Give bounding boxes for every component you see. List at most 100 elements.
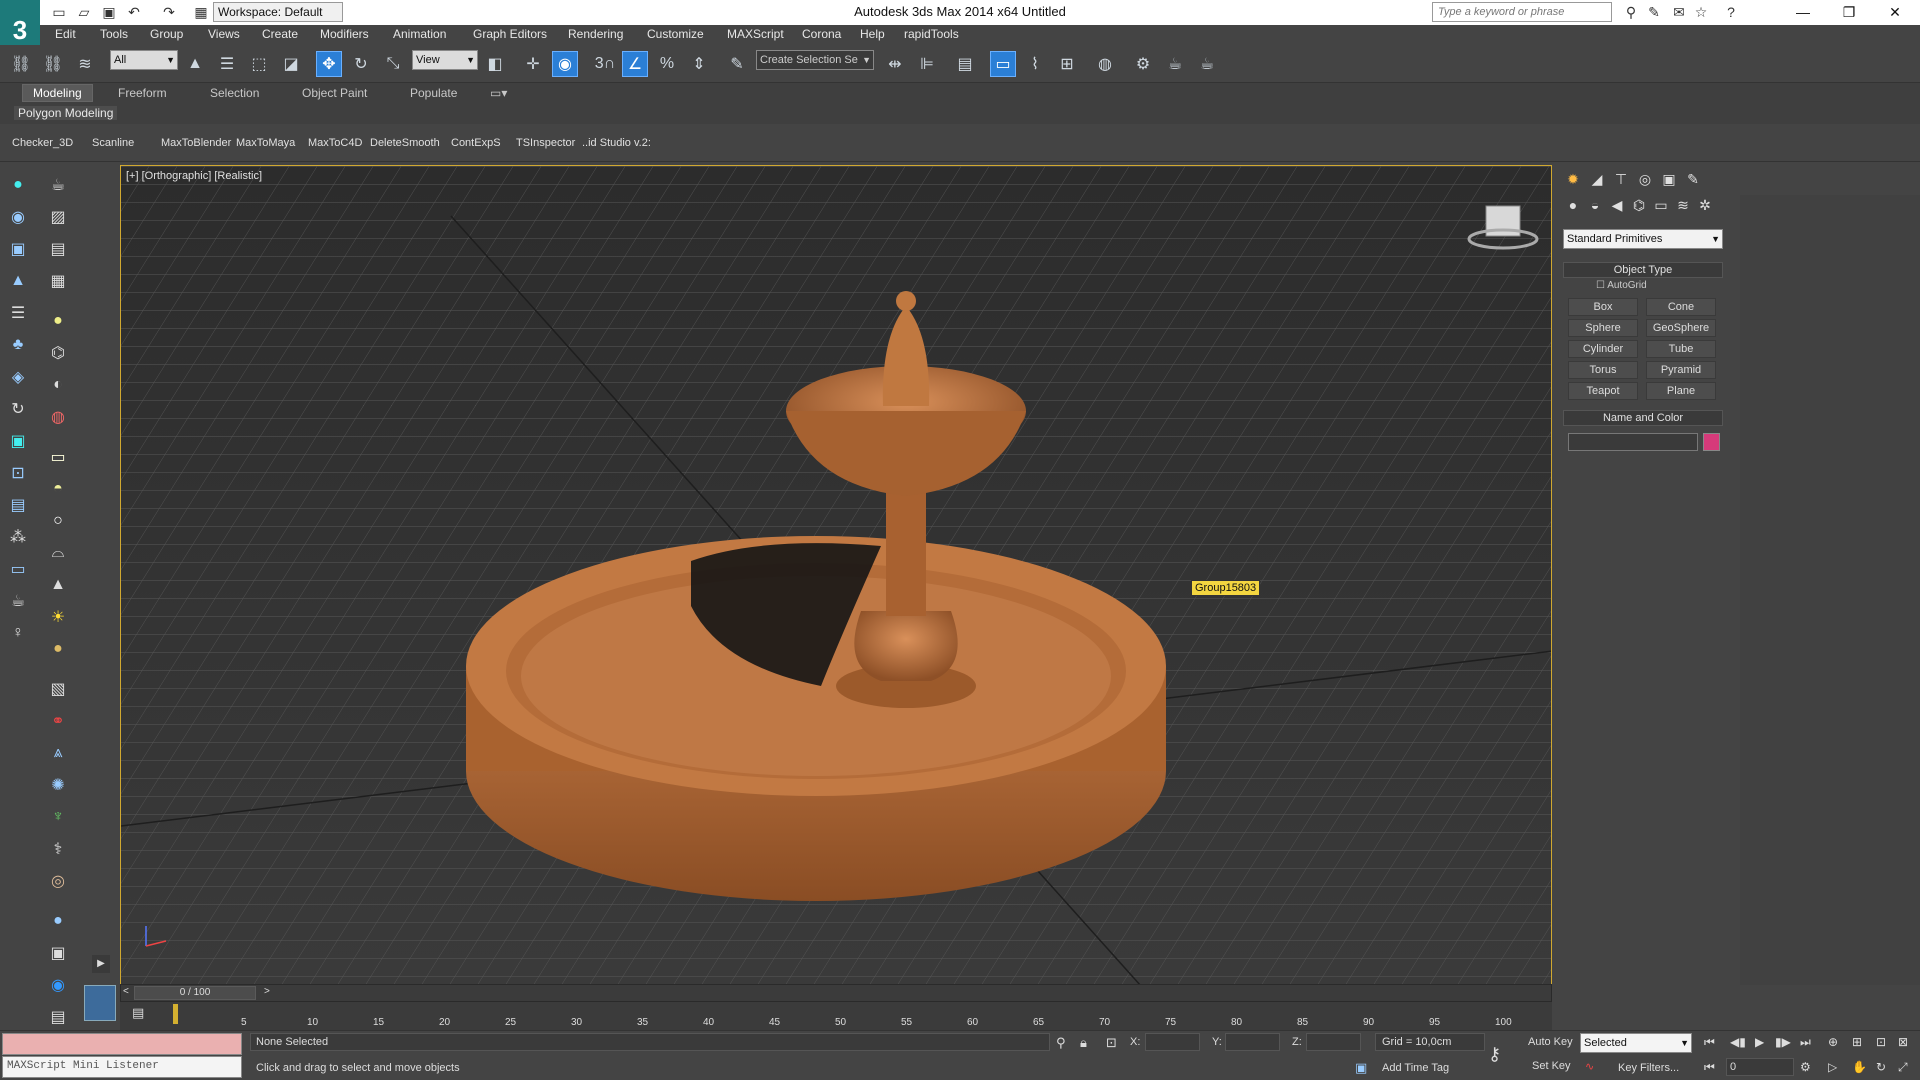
reference-coordinate-dropdown[interactable]: View ▼	[412, 50, 478, 70]
helper-icon[interactable]: ◐	[46, 373, 70, 397]
table-icon[interactable]: ▦	[46, 269, 70, 293]
orbit-icon[interactable]: ↻	[6, 397, 30, 421]
image-icon[interactable]: ▨	[46, 205, 70, 229]
next-key-icon[interactable]: ▮▶	[1775, 1035, 1791, 1049]
sphere-create-icon[interactable]: ◉	[6, 205, 30, 229]
unlink-icon[interactable]: ⛓	[40, 51, 66, 77]
key-icon[interactable]: ⚷	[1488, 1044, 1501, 1065]
script-scanline[interactable]: Scanline	[92, 137, 134, 149]
go-to-start-icon[interactable]: ⏮	[1704, 1035, 1715, 1050]
bitmap-icon[interactable]: ▣	[46, 941, 70, 965]
display-icon[interactable]: ▭	[6, 557, 30, 581]
window-crossing-icon[interactable]: ◪	[278, 51, 304, 77]
time-slider-thumb[interactable]: 0 / 100	[134, 986, 256, 1000]
select-tool-icon[interactable]: ●	[6, 173, 30, 197]
subscription-icon[interactable]: ✎	[1645, 3, 1663, 21]
fur-icon[interactable]: ⩓	[46, 741, 70, 765]
previous-key-icon[interactable]: ◀▮	[1730, 1035, 1746, 1049]
cameras-icon[interactable]: ⌬	[1628, 195, 1650, 215]
selection-filter-dropdown[interactable]: All ▼	[110, 50, 178, 70]
next-frame-icon[interactable]: >	[264, 986, 270, 997]
keyboard-shortcut-override-icon[interactable]: ◉	[552, 51, 578, 77]
sphere-button[interactable]: Sphere	[1568, 319, 1638, 337]
object-color-swatch[interactable]	[1703, 433, 1720, 451]
auto-key-button[interactable]: Auto Key	[1528, 1036, 1573, 1048]
helpers-icon[interactable]: ▭	[1650, 195, 1672, 215]
select-object-icon[interactable]: ▲	[182, 51, 208, 77]
link-icon[interactable]: ⛓	[8, 51, 34, 77]
mini-curve-editor-button[interactable]	[84, 985, 116, 1021]
category-dropdown[interactable]: Standard Primitives ▼	[1563, 229, 1723, 249]
tab-object-paint[interactable]: Object Paint	[302, 86, 367, 100]
zoom-extents-icon[interactable]: ⊡	[1876, 1035, 1886, 1049]
z-coordinate-input[interactable]	[1306, 1033, 1361, 1051]
autogrid-checkbox[interactable]: ☐ AutoGrid	[1596, 280, 1647, 291]
tab-freeform[interactable]: Freeform	[118, 86, 167, 100]
select-and-scale-icon[interactable]: ⤡	[380, 51, 406, 77]
tube-button[interactable]: Tube	[1646, 340, 1716, 358]
rendered-frame-window-icon[interactable]: ☕	[1162, 51, 1188, 77]
play-icon[interactable]: ▶	[1755, 1035, 1764, 1049]
torus-button[interactable]: Torus	[1568, 361, 1638, 379]
maxscript-mini-listener[interactable]: MAXScript Mini Listener	[2, 1056, 242, 1078]
bind-space-warp-icon[interactable]: ≋	[72, 51, 98, 77]
list-icon[interactable]: ☰	[6, 301, 30, 325]
script-tsinspector[interactable]: TSInspector	[516, 137, 575, 149]
menu-rapidtools[interactable]: rapidTools	[904, 27, 959, 41]
zoom-extents-all-icon[interactable]: ⊠	[1898, 1035, 1908, 1049]
time-tag-icon[interactable]: ▣	[1355, 1060, 1367, 1076]
menu-rendering[interactable]: Rendering	[568, 27, 623, 41]
align-icon[interactable]: ⊫	[914, 51, 940, 77]
binoculars-icon[interactable]: ⚲	[1622, 3, 1640, 21]
zoom-all-icon[interactable]: ⊞	[1852, 1035, 1862, 1049]
menu-tools[interactable]: Tools	[100, 27, 128, 41]
rectangular-selection-icon[interactable]: ⬚	[246, 51, 272, 77]
menu-modifiers[interactable]: Modifiers	[320, 27, 369, 41]
orbit-view-icon[interactable]: ↻	[1876, 1060, 1886, 1074]
material-editor-icon[interactable]: ◍	[1092, 51, 1118, 77]
converter-icon[interactable]: ◉	[46, 973, 70, 997]
select-by-name-icon[interactable]: ☰	[214, 51, 240, 77]
time-configuration-icon[interactable]: ⚙	[1800, 1060, 1811, 1074]
script-deletesmooth[interactable]: DeleteSmooth	[370, 137, 440, 149]
script-maxtoblender[interactable]: MaxToBlender	[161, 137, 231, 149]
systems-icon[interactable]: ✲	[1694, 195, 1716, 215]
sun-icon[interactable]: ☀	[46, 605, 70, 629]
grass-icon[interactable]: ♆	[46, 805, 70, 829]
select-and-manipulate-icon[interactable]: ✛	[520, 51, 546, 77]
pivot-center-icon[interactable]: ◧	[482, 51, 508, 77]
dome-light-icon[interactable]: ◓	[46, 477, 70, 501]
space-warps-icon[interactable]: ≋	[1672, 195, 1694, 215]
add-time-tag-button[interactable]: Add Time Tag	[1382, 1062, 1449, 1074]
object-name-input[interactable]	[1568, 433, 1698, 451]
polygon-modeling-panel[interactable]: Polygon Modeling	[14, 106, 118, 120]
edit-named-selection-icon[interactable]: ✎	[724, 51, 750, 77]
hair-icon[interactable]: ⚕	[46, 837, 70, 861]
camera-create-icon[interactable]: ⌬	[46, 341, 70, 365]
select-and-rotate-icon[interactable]: ↻	[348, 51, 374, 77]
close-button[interactable]: ✕	[1872, 0, 1918, 25]
toggle-ribbon-icon[interactable]: ▭	[990, 51, 1016, 77]
teapot-icon[interactable]: ☕	[6, 589, 30, 613]
teapot-button[interactable]: Teapot	[1568, 382, 1638, 400]
menu-corona[interactable]: Corona	[802, 27, 841, 41]
track-bar[interactable]: ▤ 5 10 15 20 25 30 35 40 45 50 55 60 65 70 75 80 85 90 95 1…	[120, 1002, 1552, 1030]
light-bulb-icon[interactable]: ♀	[6, 621, 30, 645]
default-in-out-icon[interactable]: ∿	[1585, 1060, 1594, 1073]
x-coordinate-input[interactable]	[1145, 1033, 1200, 1051]
script-maxtomaya[interactable]: MaxToMaya	[236, 137, 295, 149]
zoom-icon[interactable]: ⊕	[1828, 1035, 1838, 1049]
absolute-mode-icon[interactable]: ⊡	[1106, 1035, 1117, 1051]
tab-modeling[interactable]: Modeling	[22, 84, 93, 102]
go-to-end-icon[interactable]: ⏭	[1800, 1035, 1811, 1050]
script-checker-3d[interactable]: Checker_3D	[12, 137, 73, 149]
spinner-snap-icon[interactable]: ⇕	[686, 51, 712, 77]
mirror-icon[interactable]: ⇹	[882, 51, 908, 77]
expand-toolbar-button[interactable]: ▶	[92, 955, 110, 973]
render-icon[interactable]: ▣	[6, 429, 30, 453]
menu-views[interactable]: Views	[208, 27, 240, 41]
render-setup-icon[interactable]: ⚙	[1130, 51, 1156, 77]
menu-maxscript[interactable]: MAXScript	[727, 27, 784, 41]
clone-icon[interactable]: ⁂	[6, 525, 30, 549]
key-mode-dropdown[interactable]: Selected ▼	[1580, 1033, 1692, 1053]
